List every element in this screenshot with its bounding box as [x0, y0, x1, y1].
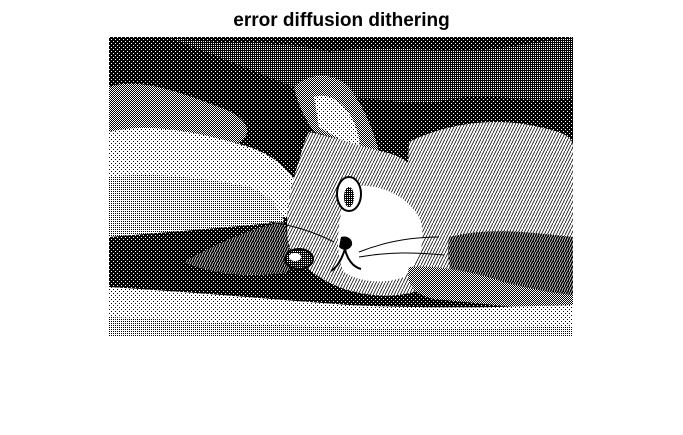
dithered-cat-svg: [109, 37, 573, 336]
cat-eye-lower-glint: [289, 253, 301, 261]
dithered-cat-image: [109, 37, 573, 336]
figure-title: error diffusion dithering: [233, 10, 450, 31]
cat-eye-upper-pupil: [344, 187, 354, 207]
